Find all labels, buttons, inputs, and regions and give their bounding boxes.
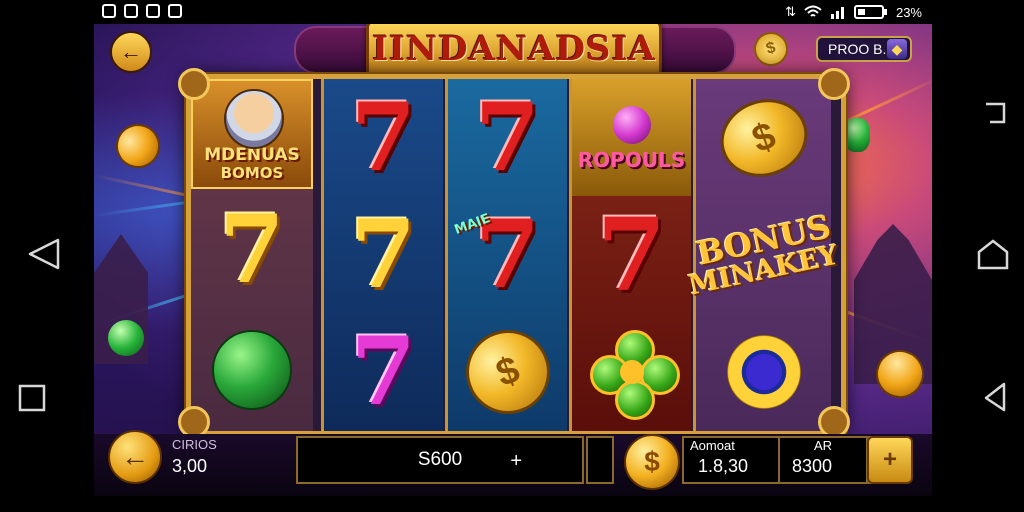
symbol-text: ROPOULS bbox=[577, 147, 686, 172]
reel-2: 7 7 7 bbox=[321, 79, 443, 431]
character-symbol: MDENUAS BOMOS bbox=[191, 79, 313, 189]
green-gem-symbol bbox=[191, 311, 313, 428]
back-nav-icon[interactable] bbox=[982, 382, 1008, 417]
spin-button[interactable]: + bbox=[867, 436, 913, 484]
coin-symbol: $ bbox=[696, 79, 831, 196]
symbol-text: MDENUAS bbox=[204, 145, 300, 165]
clover-symbol bbox=[572, 313, 691, 430]
floating-gem bbox=[108, 320, 144, 356]
arrow-left-icon: ← bbox=[121, 441, 149, 472]
battery-icon bbox=[853, 5, 887, 19]
bonus-symbol: BONUS MINAKEY bbox=[686, 196, 841, 313]
seven-symbol: 7 bbox=[350, 82, 417, 193]
notification-icon bbox=[124, 4, 138, 18]
floating-coin bbox=[108, 116, 168, 176]
bet-decrease-button[interactable]: ← bbox=[108, 430, 162, 484]
vibrate-icon: ⇅ bbox=[785, 4, 796, 19]
frame-ornament bbox=[818, 68, 850, 100]
promo-label: PROO B. bbox=[828, 41, 887, 57]
recents-nav-icon[interactable] bbox=[982, 100, 1008, 131]
status-bar: ⇅ 23% bbox=[94, 0, 932, 24]
back-nav-icon[interactable] bbox=[26, 238, 62, 275]
recents-nav-icon[interactable] bbox=[18, 384, 46, 417]
balance-value: S600 bbox=[417, 449, 463, 470]
image-icon bbox=[168, 4, 182, 18]
arrow-left-icon: ← bbox=[120, 39, 142, 64]
seven-symbol: 7 bbox=[474, 82, 541, 193]
reel-3: 7 7 MAIE $ bbox=[445, 79, 567, 431]
reel-5: $ BONUS MINAKEY bbox=[686, 79, 841, 431]
floating-gem bbox=[844, 118, 870, 152]
coin-symbol: $ bbox=[448, 313, 567, 430]
gem-icon: ◆ bbox=[887, 39, 907, 59]
plus-icon: + bbox=[882, 446, 897, 473]
promo-button[interactable]: PROO B. ◆ bbox=[816, 36, 912, 62]
frame-ornament bbox=[178, 68, 210, 100]
seven-symbol: 7 bbox=[219, 194, 285, 305]
character-portrait bbox=[224, 89, 284, 149]
back-button[interactable]: ← bbox=[110, 31, 152, 73]
game-title: IINDANADSIA bbox=[366, 24, 662, 80]
battery-percent: 23% bbox=[895, 4, 922, 20]
add-balance-button[interactable]: + bbox=[510, 450, 522, 473]
seven-symbol: 7 bbox=[350, 199, 417, 310]
ring-gem-symbol bbox=[696, 313, 831, 430]
wifi-icon bbox=[804, 5, 822, 17]
game-screen: IINDANADSIA ← $ PROO B. ◆ MDENUAS BOMOS … bbox=[94, 24, 932, 496]
home-nav-icon[interactable] bbox=[976, 238, 1010, 275]
balance-field[interactable]: S600 + bbox=[296, 436, 584, 484]
coin-icon: $ bbox=[750, 28, 792, 70]
reel-area: MDENUAS BOMOS 7 7 7 7 7 7 MAIE $ ROPOULS bbox=[186, 74, 846, 436]
seven-symbol: 7 MAIE bbox=[452, 199, 541, 310]
phone-nav-left bbox=[0, 0, 94, 512]
notification-icon bbox=[146, 4, 160, 18]
symbol-text: BOMOS bbox=[220, 164, 284, 182]
signal-icon bbox=[830, 7, 844, 19]
reel-4: ROPOULS 7 bbox=[569, 79, 691, 431]
notification-icon bbox=[102, 4, 116, 18]
ornament-symbol: ROPOULS bbox=[572, 79, 691, 196]
seven-symbol: 7 bbox=[350, 316, 417, 427]
reel-1: MDENUAS BOMOS 7 bbox=[191, 79, 313, 431]
seven-symbol: 7 bbox=[596, 195, 667, 314]
phone-nav-right bbox=[932, 0, 1024, 512]
